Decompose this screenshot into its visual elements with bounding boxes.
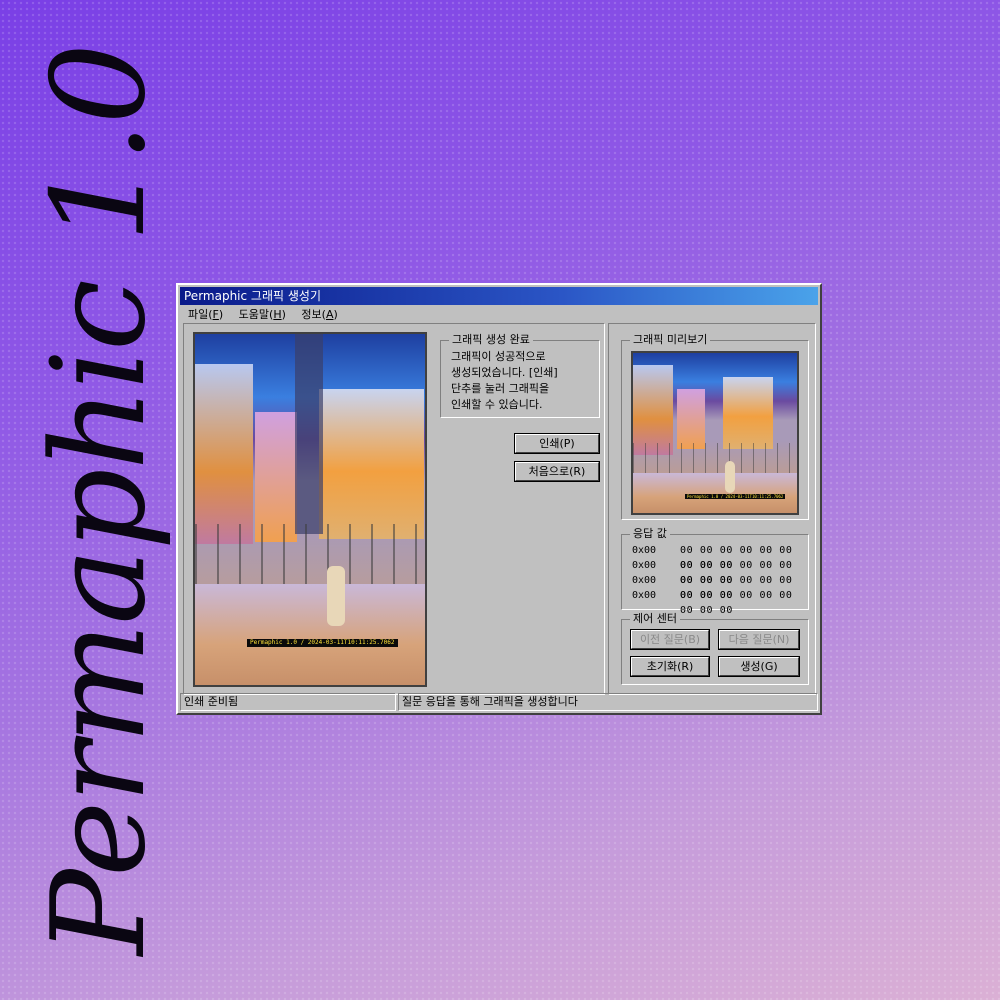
menu-file[interactable]: 파일(F) — [182, 306, 229, 324]
response-row-1-addr: 0x00 — [632, 545, 657, 556]
building-2 — [255, 412, 297, 542]
generated-graphic: Permaphic 1.0 / 2024-03-11T10:11:25.7062 — [193, 332, 427, 687]
complete-message: 그래픽이 성공적으로 생성되었습니다. [인쇄] 단추를 눌러 그래픽을 인쇄할… — [451, 349, 593, 413]
menu-bar: 파일(F) 도움말(H) 정보(A) — [182, 306, 816, 324]
side-title: Permaphic 1.0 — [25, 44, 174, 956]
status-bar: 인쇄 준비됨 질문 응답을 통해 그래픽을 생성합니다 — [180, 693, 818, 711]
menu-help-label: 도움말 — [238, 308, 270, 321]
building-1 — [195, 364, 253, 544]
menu-about-key: A — [325, 308, 334, 321]
preview-graphic: Permaphic 1.0 / 2024-03-11T10:11:25.7062 — [631, 351, 799, 515]
preview-ground — [633, 473, 797, 513]
response-row-3-addr: 0x00 — [632, 575, 657, 586]
menu-file-label: 파일 — [188, 308, 209, 321]
print-button[interactable]: 인쇄(P) — [514, 433, 600, 454]
preview-building-2 — [677, 389, 705, 449]
complete-group: 그래픽 생성 완료 그래픽이 성공적으로 생성되었습니다. [인쇄] 단추를 눌… — [440, 333, 600, 418]
ground — [195, 584, 425, 685]
control-legend: 제어 센터 — [630, 612, 680, 626]
complete-line-2: 생성되었습니다. [인쇄] — [451, 366, 558, 379]
response-row-3: 0x00 00 00 00 00 00 00 00 00 00 — [632, 573, 802, 601]
menu-file-key: F — [212, 308, 219, 321]
complete-line-4: 인쇄할 수 있습니다. — [451, 398, 543, 411]
status-right: 질문 응답을 통해 그래픽을 생성합니다 — [398, 693, 818, 711]
control-group: 제어 센터 이전 질문(B) 다음 질문(N) 초기화(R) 생성(G) — [621, 612, 809, 685]
response-row-1: 0x00 00 00 00 00 00 00 00 00 00 — [632, 543, 802, 571]
prev-question-button[interactable]: 이전 질문(B) — [630, 629, 710, 650]
timestamp-stamp: Permaphic 1.0 / 2024-03-11T10:11:25.7062 — [247, 639, 398, 647]
title-bar[interactable]: Permaphic 그래픽 생성기 — [180, 287, 818, 305]
menu-about-label: 정보 — [301, 308, 322, 321]
response-row-4: 0x00 00 00 00 00 00 00 00 00 00 — [632, 588, 802, 616]
preview-group: 그래픽 미리보기 Permaphic 1.0 / 2024-03-11T10:1… — [621, 333, 809, 520]
complete-line-1: 그래픽이 성공적으로 — [451, 350, 546, 363]
preview-building-1 — [633, 365, 673, 455]
reset-button[interactable]: 초기화(R) — [630, 656, 710, 677]
restart-button[interactable]: 처음으로(R) — [514, 461, 600, 482]
response-row-2: 0x00 00 00 00 00 00 00 00 00 00 — [632, 558, 802, 586]
main-pane: Permaphic 1.0 / 2024-03-11T10:11:25.7062… — [183, 323, 605, 695]
building-shadow — [295, 334, 323, 534]
menu-about[interactable]: 정보(A) — [295, 306, 343, 324]
generate-button[interactable]: 생성(G) — [718, 656, 800, 677]
next-question-button[interactable]: 다음 질문(N) — [718, 629, 800, 650]
response-legend: 응답 값 — [630, 527, 670, 541]
menu-help-key: H — [273, 308, 282, 321]
preview-stamp: Permaphic 1.0 / 2024-03-11T10:11:25.7062 — [685, 494, 786, 499]
side-pane: 그래픽 미리보기 Permaphic 1.0 / 2024-03-11T10:1… — [608, 323, 816, 695]
preview-person — [725, 461, 735, 493]
generator-window: Permaphic 그래픽 생성기 파일(F) 도움말(H) 정보(A) Per… — [176, 283, 822, 715]
response-row-4-values: 00 00 00 00 00 00 00 00 00 — [680, 590, 793, 616]
preview-legend: 그래픽 미리보기 — [630, 333, 711, 347]
preview-building-3 — [723, 377, 773, 449]
person-figure — [327, 566, 345, 626]
building-3 — [319, 389, 424, 539]
complete-line-3: 단추를 눌러 그래픽을 — [451, 382, 550, 395]
status-left: 인쇄 준비됨 — [180, 693, 396, 711]
response-row-2-addr: 0x00 — [632, 560, 657, 571]
menu-help[interactable]: 도움말(H) — [233, 306, 292, 324]
complete-legend: 그래픽 생성 완료 — [449, 333, 533, 347]
response-row-4-addr: 0x00 — [632, 590, 657, 601]
response-group: 응답 값 0x00 00 00 00 00 00 00 00 00 00 0x0… — [621, 527, 809, 616]
